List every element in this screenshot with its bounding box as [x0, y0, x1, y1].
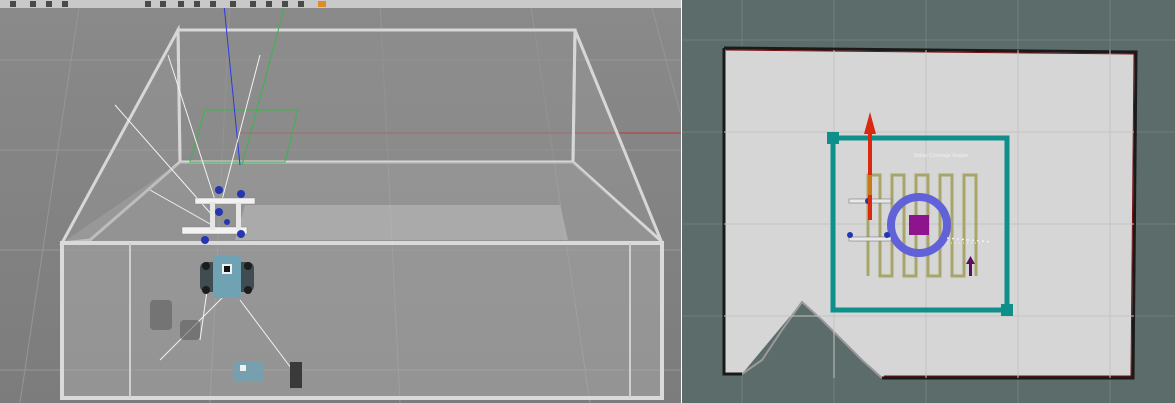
translate-icon[interactable]: [30, 1, 36, 7]
light-icon[interactable]: [230, 1, 236, 7]
align-icon[interactable]: [282, 1, 288, 7]
paste-icon[interactable]: [266, 1, 272, 7]
floor-highlight: [235, 205, 568, 240]
box-shape-icon[interactable]: [178, 1, 184, 7]
snap-icon[interactable]: [298, 1, 304, 7]
scale-icon[interactable]: [62, 1, 68, 7]
rviz-map-view[interactable]: Boltac Coverage Region: [682, 0, 1175, 403]
rviz-scene[interactable]: Boltac Coverage Region: [682, 0, 1175, 403]
rotate-icon[interactable]: [46, 1, 52, 7]
undo-icon[interactable]: [145, 1, 151, 7]
gazebo-3d-viewport[interactable]: [0, 0, 682, 403]
sphere-shape-icon[interactable]: [194, 1, 200, 7]
robot-body: [909, 215, 929, 235]
cylinder-shape-icon[interactable]: [210, 1, 216, 7]
gazebo-toolbar: [0, 0, 682, 8]
overlay-label: Boltac Coverage Region: [914, 153, 968, 159]
ground-robot-model[interactable]: [200, 256, 254, 298]
arrow-icon[interactable]: [10, 1, 16, 7]
redo-icon[interactable]: [160, 1, 166, 7]
gazebo-scene[interactable]: [0, 0, 682, 403]
screenshot-icon[interactable]: [318, 1, 326, 7]
copy-icon[interactable]: [250, 1, 256, 7]
